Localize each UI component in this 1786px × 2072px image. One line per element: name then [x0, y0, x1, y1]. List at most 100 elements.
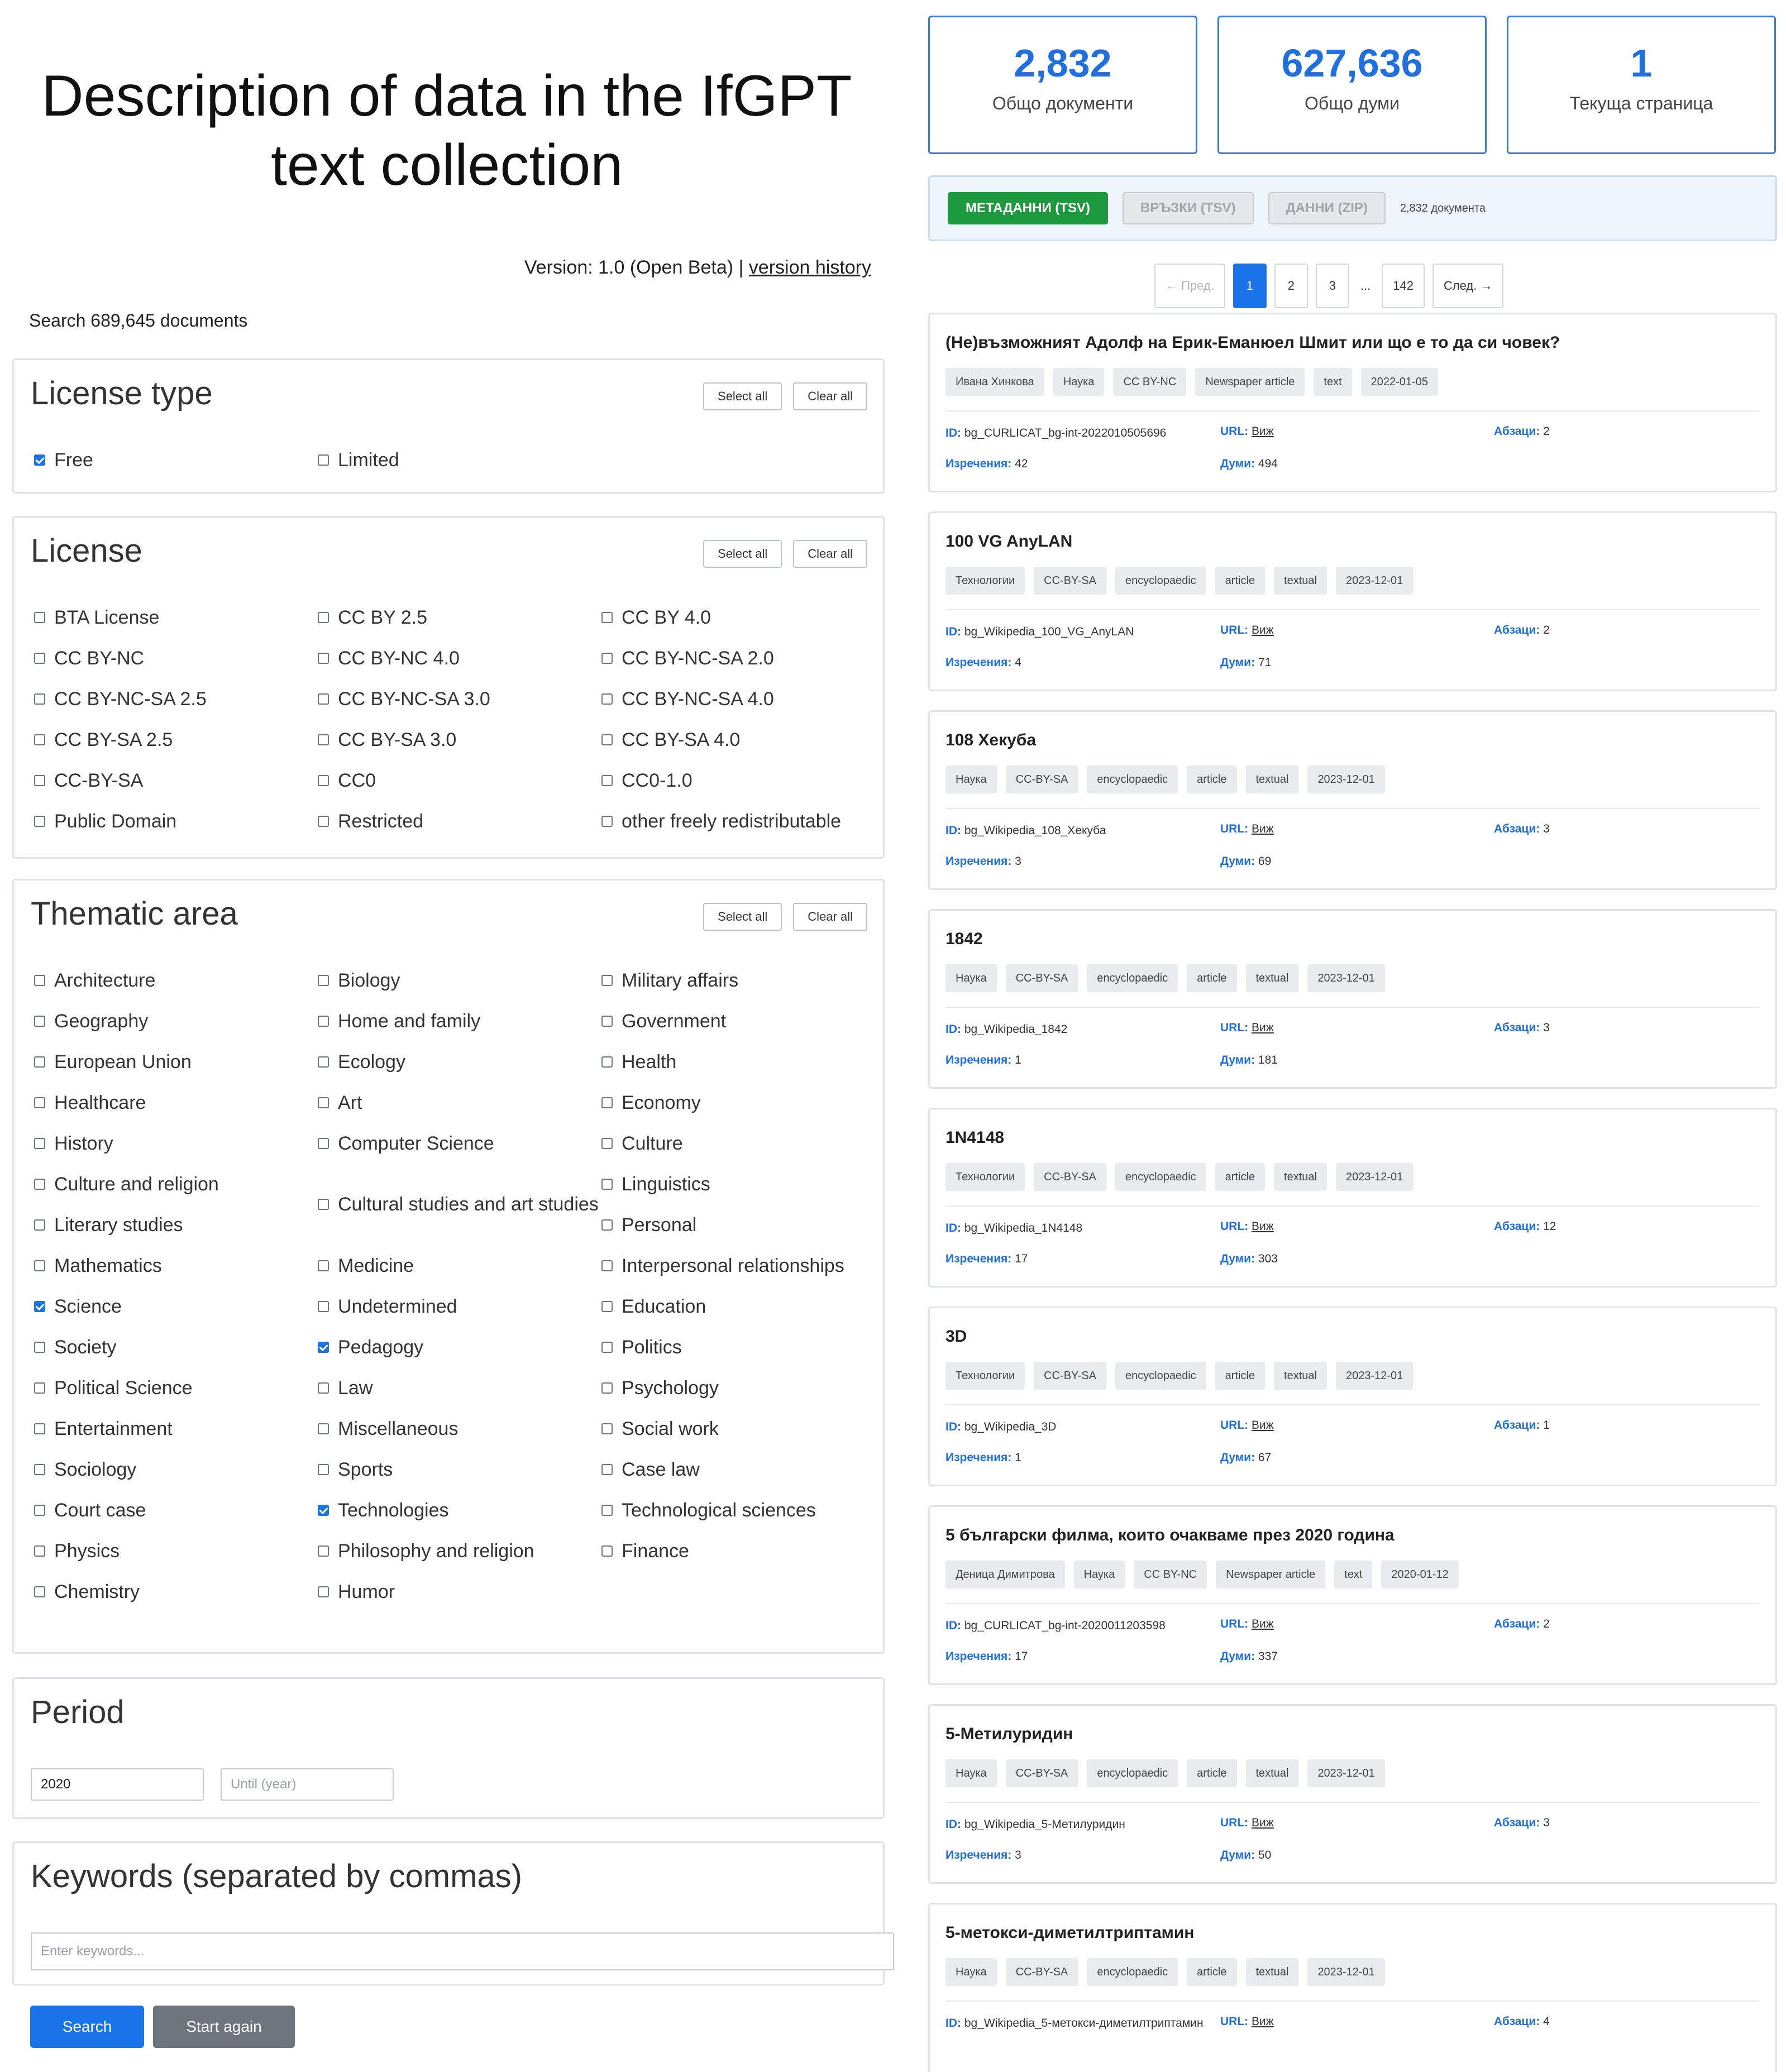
filter-option[interactable]: Pedagogy	[318, 1327, 601, 1367]
checkbox-icon[interactable]	[601, 1056, 613, 1068]
checkbox-icon[interactable]	[34, 1545, 45, 1557]
url-link[interactable]: Виж	[1252, 1816, 1274, 1829]
filter-option[interactable]: European Union	[34, 1041, 318, 1082]
filter-option[interactable]: CC BY-SA 3.0	[318, 719, 601, 760]
checkbox-icon[interactable]	[601, 815, 613, 827]
checkbox-icon[interactable]	[601, 1137, 613, 1149]
result-title[interactable]: 108 Хекуба	[945, 731, 1036, 750]
checkbox-icon[interactable]	[34, 815, 45, 827]
checkbox-icon[interactable]	[34, 1586, 45, 1597]
filter-option[interactable]: Sociology	[34, 1449, 318, 1490]
checkbox-icon[interactable]	[318, 1097, 329, 1108]
checkbox-icon[interactable]	[34, 693, 45, 705]
filter-option[interactable]: Culture and religion	[34, 1164, 318, 1204]
checkbox-icon[interactable]	[318, 1300, 329, 1312]
filter-option[interactable]: Psychology	[601, 1367, 885, 1408]
filter-option[interactable]: CC BY-NC 4.0	[318, 638, 601, 678]
url-link[interactable]: Виж	[1252, 624, 1274, 637]
download-data-button[interactable]: ДАННИ (ZIP)	[1268, 192, 1386, 224]
checkbox-icon[interactable]	[601, 1260, 613, 1271]
checkbox-icon[interactable]	[601, 1300, 613, 1312]
filter-option[interactable]: Linguistics	[601, 1164, 885, 1204]
result-title[interactable]: 5-метокси-диметилтриптамин	[945, 1923, 1194, 1942]
filter-option[interactable]: Biology	[318, 960, 601, 1001]
filter-option[interactable]: Architecture	[34, 960, 318, 1001]
filter-option[interactable]: CC BY-SA 2.5	[34, 719, 318, 760]
filter-option[interactable]: Ecology	[318, 1041, 601, 1082]
result-title[interactable]: 1N4148	[945, 1128, 1004, 1147]
checkbox-icon[interactable]	[601, 1219, 613, 1231]
filter-option[interactable]: Interpersonal relationships	[601, 1245, 885, 1286]
checkbox-icon[interactable]	[318, 1463, 329, 1475]
checkbox-icon[interactable]	[318, 1015, 329, 1027]
filter-option[interactable]: other freely redistributable	[601, 801, 885, 841]
checkbox-icon[interactable]	[34, 611, 45, 623]
checkbox-icon[interactable]	[318, 1586, 329, 1597]
filter-option[interactable]: CC BY-SA 4.0	[601, 719, 885, 760]
checkbox-icon[interactable]	[34, 1178, 45, 1190]
checkbox-icon[interactable]	[318, 974, 329, 986]
filter-option[interactable]: Court case	[34, 1490, 318, 1530]
filter-option[interactable]: CC BY-NC-SA 2.0	[601, 638, 885, 678]
filter-option[interactable]: Free	[34, 439, 318, 480]
checkbox-icon[interactable]	[318, 1545, 329, 1557]
filter-option[interactable]: Society	[34, 1327, 318, 1367]
checkbox-icon[interactable]	[34, 1382, 45, 1394]
filter-option[interactable]: CC0	[318, 760, 601, 801]
filter-option[interactable]: Entertainment	[34, 1408, 318, 1449]
filter-option[interactable]: Medicine	[318, 1245, 601, 1286]
filter-option[interactable]: Personal	[601, 1204, 885, 1245]
result-title[interactable]: 3D	[945, 1327, 967, 1346]
checkbox-icon[interactable]	[318, 815, 329, 827]
result-title[interactable]: 5-Метилуридин	[945, 1725, 1073, 1744]
checkbox-icon[interactable]	[318, 774, 329, 786]
prev-page-button[interactable]: ← Пред.	[1154, 264, 1225, 308]
url-link[interactable]: Виж	[1252, 1220, 1274, 1233]
checkbox-icon[interactable]	[34, 1015, 45, 1027]
result-title[interactable]: 5 български филма, които очакваме през 2…	[945, 1526, 1395, 1545]
checkbox-icon[interactable]	[601, 1382, 613, 1394]
filter-option[interactable]: Case law	[601, 1449, 885, 1490]
checkbox-icon[interactable]	[601, 1015, 613, 1027]
checkbox-icon[interactable]	[318, 1382, 329, 1394]
checkbox-icon[interactable]	[318, 734, 329, 745]
checkbox-icon[interactable]	[34, 1423, 45, 1434]
filter-option[interactable]: Art	[318, 1082, 601, 1123]
checkbox-icon[interactable]	[601, 652, 613, 664]
next-page-button[interactable]: След. →	[1432, 264, 1504, 308]
filter-option[interactable]: Military affairs	[601, 960, 885, 1001]
filter-option[interactable]: CC BY 2.5	[318, 597, 601, 638]
filter-option[interactable]: Law	[318, 1367, 601, 1408]
filter-option[interactable]: History	[34, 1123, 318, 1164]
clear-all-button[interactable]: Clear all	[793, 382, 867, 410]
checkbox-icon[interactable]	[34, 734, 45, 745]
checkbox-icon[interactable]	[34, 1260, 45, 1271]
checkbox-icon[interactable]	[601, 774, 613, 786]
filter-option[interactable]: Politics	[601, 1327, 885, 1367]
checkbox-icon[interactable]	[318, 1423, 329, 1434]
checkbox-icon[interactable]	[34, 1056, 45, 1068]
checkbox-icon[interactable]	[34, 1463, 45, 1475]
filter-option[interactable]: Cultural studies and art studies	[318, 1164, 601, 1245]
checkbox-icon[interactable]	[601, 974, 613, 986]
filter-option[interactable]: Public Domain	[34, 801, 318, 841]
checkbox-icon[interactable]	[318, 1260, 329, 1271]
checkbox-icon[interactable]	[34, 1137, 45, 1149]
filter-option[interactable]: Science	[34, 1286, 318, 1327]
filter-option[interactable]: Mathematics	[34, 1245, 318, 1286]
search-button[interactable]: Search	[30, 2006, 144, 2048]
checkbox-icon[interactable]	[601, 1097, 613, 1108]
checkbox-icon[interactable]	[318, 611, 329, 623]
filter-option[interactable]: Home and family	[318, 1001, 601, 1041]
page-2-button[interactable]: 2	[1274, 264, 1308, 308]
last-page-button[interactable]: 142	[1382, 264, 1425, 308]
url-link[interactable]: Виж	[1252, 1618, 1274, 1630]
checkbox-icon[interactable]	[34, 774, 45, 786]
filter-option[interactable]: CC BY 4.0	[601, 597, 885, 638]
period-from-input[interactable]	[31, 1768, 204, 1801]
filter-option[interactable]: Chemistry	[34, 1571, 318, 1612]
checkbox-icon[interactable]	[601, 611, 613, 623]
version-history-link[interactable]: version history	[749, 257, 871, 278]
checkbox-icon[interactable]	[601, 693, 613, 705]
filter-option[interactable]: Health	[601, 1041, 885, 1082]
